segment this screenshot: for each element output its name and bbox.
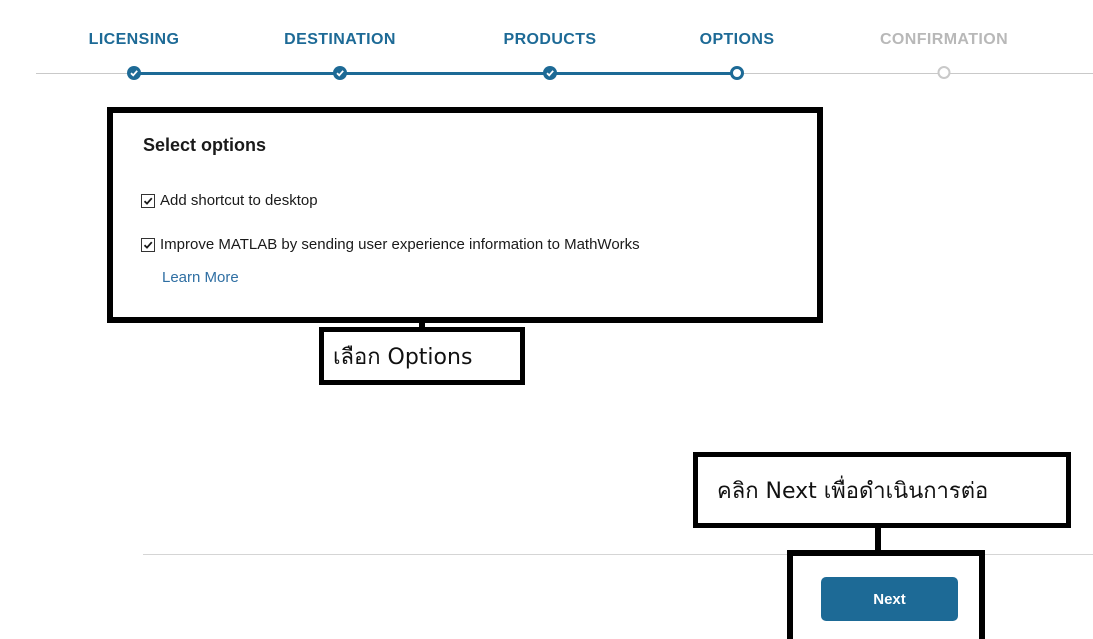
- step-licensing-check-icon: [127, 66, 141, 80]
- step-products-check-icon: [543, 66, 557, 80]
- learn-more-link[interactable]: Learn More: [162, 269, 239, 286]
- shortcut-option-label: Add shortcut to desktop: [160, 192, 318, 209]
- telemetry-option-label: Improve MATLAB by sending user experienc…: [160, 236, 640, 253]
- next-callout: คลิก Next เพื่อดำเนินการต่อ: [693, 452, 1071, 528]
- telemetry-checkbox[interactable]: [141, 237, 155, 252]
- step-progress-line: [134, 72, 735, 75]
- step-confirmation-pending-icon: [937, 66, 951, 79]
- step-products-label: PRODUCTS: [503, 31, 597, 48]
- options-callout: เลือก Options: [319, 327, 525, 385]
- next-button[interactable]: Next: [821, 577, 958, 621]
- select-options-title: Select options: [143, 135, 267, 155]
- step-destination-check-icon: [333, 66, 347, 80]
- shortcut-option[interactable]: Add shortcut to desktop: [141, 192, 318, 209]
- shortcut-checkbox[interactable]: [141, 193, 155, 208]
- step-licensing-label: LICENSING: [88, 31, 180, 48]
- step-options-current-icon: [730, 66, 744, 80]
- telemetry-option[interactable]: Improve MATLAB by sending user experienc…: [141, 236, 640, 253]
- step-destination-label: DESTINATION: [284, 31, 396, 48]
- options-callout-text: เลือก Options: [333, 344, 473, 370]
- next-callout-text: คลิก Next เพื่อดำเนินการต่อ: [717, 478, 989, 504]
- step-options-label: OPTIONS: [699, 31, 775, 48]
- step-confirmation-label: CONFIRMATION: [879, 31, 1009, 48]
